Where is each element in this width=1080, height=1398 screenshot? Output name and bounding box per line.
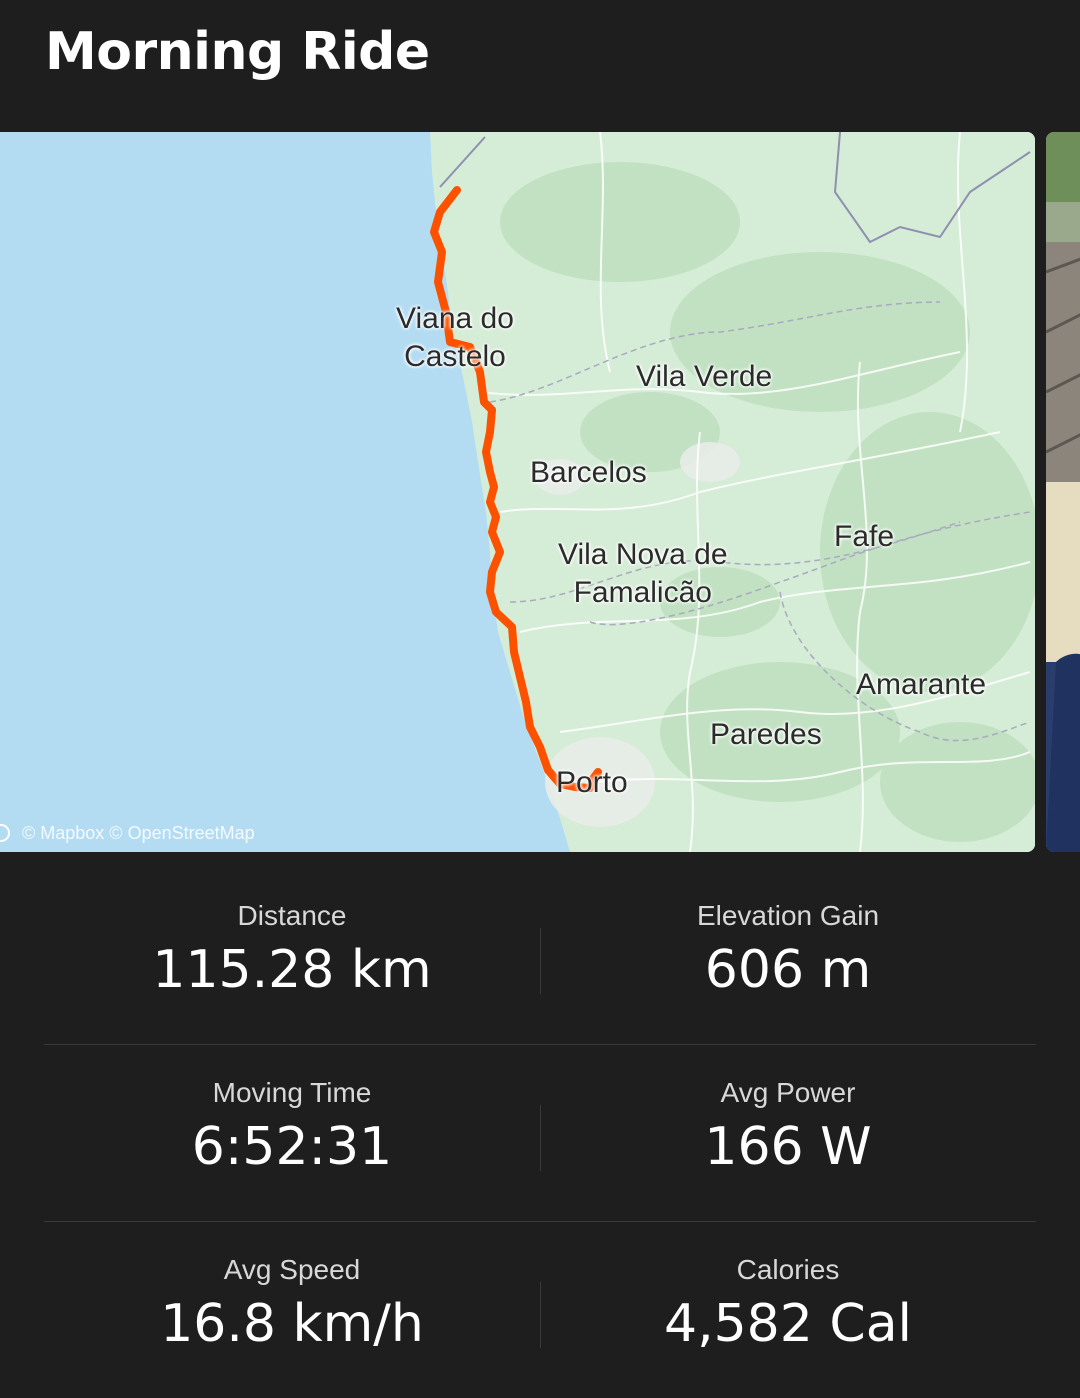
map-label-famalicao: Vila Nova de Famalicão: [558, 538, 728, 609]
map-attribution[interactable]: © Mapbox © OpenStreetMap: [22, 823, 255, 844]
stat-label: Avg Speed: [223, 1254, 361, 1285]
map-label-amarante: Amarante: [856, 668, 987, 701]
stats-grid: Distance 115.28 km Elevation Gain 606 m …: [44, 868, 1036, 1398]
stat-label: Moving Time: [212, 1077, 372, 1108]
map-label-viana: Viana do Castelo: [396, 302, 514, 373]
stat-value: 16.8 km/h: [160, 1294, 424, 1354]
stat-value: 606 m: [704, 940, 872, 1000]
stat-elevation-gain: Elevation Gain 606 m: [540, 868, 1036, 1044]
activity-photo[interactable]: [1046, 132, 1080, 852]
activity-title: Morning Ride: [45, 22, 430, 82]
stats-row: Avg Speed 16.8 km/h Calories 4,582 Cal: [44, 1221, 1036, 1398]
stat-value: 4,582 Cal: [663, 1294, 912, 1354]
stat-label: Elevation Gain: [696, 900, 880, 931]
map-label-porto: Porto: [556, 766, 628, 799]
map-label-paredes: Paredes: [710, 718, 822, 751]
stat-label: Avg Power: [720, 1077, 856, 1108]
stat-distance: Distance 115.28 km: [44, 868, 540, 1044]
stat-value: 166 W: [704, 1117, 872, 1177]
stats-row: Distance 115.28 km Elevation Gain 606 m: [44, 868, 1036, 1044]
route-map[interactable]: Viana do Castelo Vila Verde Barcelos Vil…: [0, 132, 1035, 852]
stat-value: 6:52:31: [191, 1117, 393, 1177]
stat-calories: Calories 4,582 Cal: [540, 1222, 1036, 1398]
map-label-barcelos: Barcelos: [530, 456, 647, 489]
stat-moving-time: Moving Time 6:52:31: [44, 1045, 540, 1221]
stat-label: Calories: [736, 1254, 840, 1285]
map-canvas: [0, 132, 1035, 852]
stats-row: Moving Time 6:52:31 Avg Power 166 W: [44, 1044, 1036, 1221]
photo-thumbnail: [1046, 132, 1080, 852]
stat-avg-power: Avg Power 166 W: [540, 1045, 1036, 1221]
map-label-fafe: Fafe: [834, 520, 895, 553]
map-label-vila-verde: Vila Verde: [636, 360, 773, 393]
stat-label: Distance: [237, 900, 347, 931]
stat-avg-speed: Avg Speed 16.8 km/h: [44, 1222, 540, 1398]
stat-value: 115.28 km: [152, 940, 432, 1000]
